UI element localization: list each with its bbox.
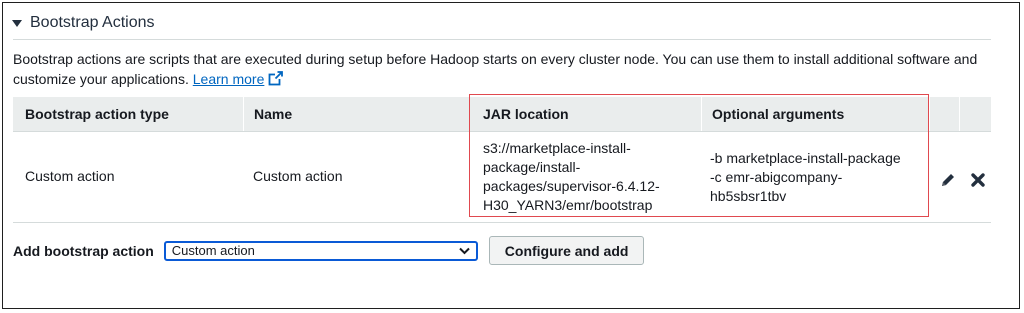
- x-icon[interactable]: [970, 172, 986, 191]
- learn-more-link[interactable]: Learn more: [193, 71, 265, 87]
- jar-line: packages/supervisor-6.4.12-: [483, 178, 660, 194]
- cell-action-type: Custom action: [25, 168, 115, 184]
- argument-line: -c emr-abigcompany-: [710, 169, 843, 185]
- cell-name: Custom action: [253, 168, 343, 184]
- jar-line: s3://marketplace-install-: [483, 140, 631, 156]
- section-header[interactable]: Bootstrap Actions: [12, 14, 155, 32]
- section-title: Bootstrap Actions: [30, 14, 155, 31]
- external-link-icon[interactable]: [268, 71, 284, 91]
- column-header-jar-location: JAR location: [483, 106, 569, 122]
- bootstrap-actions-table: Bootstrap action type Name JAR location …: [13, 94, 991, 225]
- cell-jar-location: s3://marketplace-install- package/instal…: [483, 139, 660, 215]
- cell-optional-arguments: -b marketplace-install-package -c emr-ab…: [710, 149, 901, 206]
- chevron-down-icon: [459, 243, 470, 258]
- add-bootstrap-action-row: Add bootstrap action Custom action Confi…: [13, 236, 645, 265]
- column-header-name: Name: [254, 106, 293, 122]
- column-divider: [243, 97, 244, 131]
- column-divider: [929, 97, 930, 131]
- table-row: Custom action Custom action s3://marketp…: [13, 132, 991, 223]
- column-divider: [469, 97, 470, 131]
- column-header-optional-arguments: Optional arguments: [712, 106, 845, 122]
- jar-line: H30_YARN3/emr/bootstrap: [483, 197, 653, 213]
- add-bootstrap-action-label: Add bootstrap action: [13, 242, 154, 259]
- argument-line: hb5sbsr1tbv: [710, 188, 787, 204]
- pencil-icon[interactable]: [940, 172, 956, 191]
- section-description: Bootstrap actions are scripts that are e…: [13, 49, 988, 91]
- configure-and-add-button[interactable]: Configure and add: [488, 236, 645, 265]
- description-text: Bootstrap actions are scripts that are e…: [13, 51, 978, 87]
- divider: [13, 39, 991, 40]
- bootstrap-action-select[interactable]: Custom action: [163, 240, 478, 261]
- caret-down-icon[interactable]: [12, 20, 22, 27]
- argument-line: -b marketplace-install-package: [710, 150, 901, 166]
- jar-line: package/install-: [483, 159, 581, 175]
- column-divider: [959, 97, 960, 131]
- column-header-type: Bootstrap action type: [25, 106, 169, 122]
- column-divider: [701, 97, 702, 131]
- table-header: Bootstrap action type Name JAR location …: [13, 97, 991, 132]
- select-value: Custom action: [171, 243, 255, 258]
